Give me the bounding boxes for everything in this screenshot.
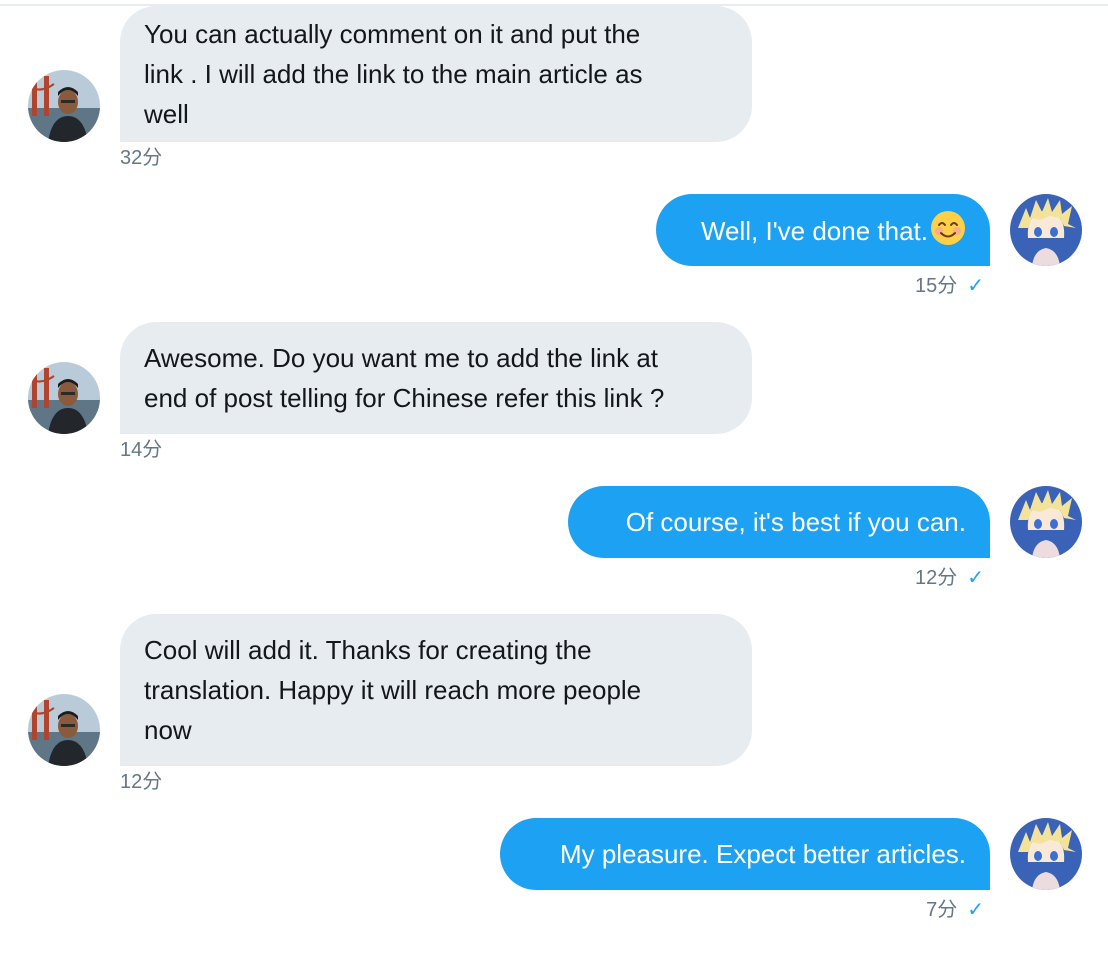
message-bubble-incoming[interactable]: You can actually comment on it and put t…: [120, 6, 752, 142]
message-text: Of course, it's best if you can.: [625, 507, 966, 537]
sender-avatar-photo: [28, 70, 100, 142]
message-text-line: now: [144, 715, 192, 745]
message-timestamp: 12分: [914, 567, 958, 589]
user-avatar-anime: [1010, 486, 1082, 558]
read-check-icon: ✓: [967, 899, 984, 921]
sender-avatar[interactable]: [28, 70, 100, 142]
sender-avatar[interactable]: [28, 694, 100, 766]
message-timestamp-row: 12分 ✓: [860, 566, 984, 590]
message-timestamp-row: 15分 ✓: [860, 274, 984, 298]
sender-avatar[interactable]: [28, 362, 100, 434]
sender-avatar-photo: [28, 694, 100, 766]
user-avatar[interactable]: [1010, 486, 1082, 558]
message-text-line: end of post telling for Chinese refer th…: [144, 383, 665, 413]
message-timestamp: 14分: [120, 439, 163, 461]
dm-conversation: You can actually comment on it and put t…: [0, 0, 1108, 970]
message-timestamp: 7分: [926, 899, 958, 921]
message-text: Well, I've done that.: [700, 216, 928, 246]
message-text-line: You can actually comment on it and put t…: [144, 19, 641, 49]
message-bubble-outgoing[interactable]: My pleasure. Expect better articles.: [500, 818, 990, 890]
user-avatar[interactable]: [1010, 194, 1082, 266]
message-bubble-outgoing[interactable]: Well, I've done that.: [656, 194, 990, 266]
message-text-line: well: [144, 99, 189, 129]
message-text-line: link . I will add the link to the main a…: [144, 59, 643, 89]
message-bubble-incoming[interactable]: Awesome. Do you want me to add the link …: [120, 322, 752, 434]
message-timestamp-row: 7分 ✓: [860, 898, 984, 922]
message-text-line: Awesome. Do you want me to add the link …: [144, 343, 659, 373]
message-timestamp: 15分: [914, 275, 958, 297]
user-avatar[interactable]: [1010, 818, 1082, 890]
smiling-face-emoji: [930, 210, 966, 257]
sender-avatar-photo: [28, 362, 100, 434]
user-avatar-anime: [1010, 818, 1082, 890]
message-bubble-incoming[interactable]: Cool will add it. Thanks for creating th…: [120, 614, 752, 766]
message-timestamp: 32分: [120, 147, 163, 169]
read-check-icon: ✓: [967, 275, 984, 297]
message-text-line: translation. Happy it will reach more pe…: [144, 675, 642, 705]
message-text: My pleasure. Expect better articles.: [559, 839, 966, 869]
user-avatar-anime: [1010, 194, 1082, 266]
message-bubble-outgoing[interactable]: Of course, it's best if you can.: [568, 486, 990, 558]
message-text-line: Cool will add it. Thanks for creating th…: [144, 635, 592, 665]
read-check-icon: ✓: [967, 567, 984, 589]
message-timestamp: 12分: [120, 771, 163, 793]
